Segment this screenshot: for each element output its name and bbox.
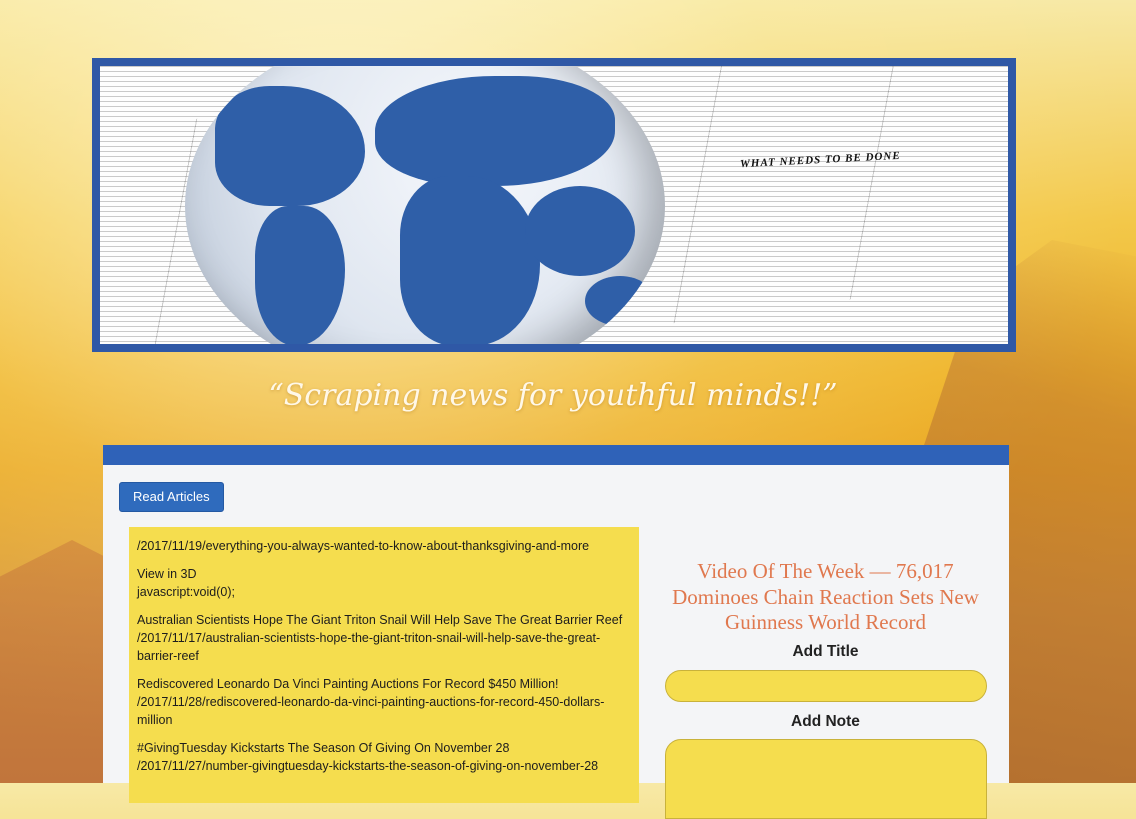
- list-item: Australian Scientists Hope The Giant Tri…: [137, 611, 629, 665]
- article-link[interactable]: /2017/11/17/australian-scientists-hope-t…: [137, 629, 629, 665]
- add-title-label: Add Title: [792, 643, 859, 660]
- list-item: View in 3D javascript:void(0);: [137, 565, 629, 601]
- list-item: /2017/11/19/everything-you-always-wanted…: [137, 537, 629, 555]
- main-panel: Read Articles /2017/11/19/everything-you…: [103, 445, 1009, 819]
- list-item: #GivingTuesday Kickstarts The Season Of …: [137, 739, 629, 775]
- continent-australia: [585, 276, 655, 326]
- background-hills: [0, 540, 120, 783]
- globe-image: [185, 66, 665, 344]
- continent-south-america: [255, 206, 345, 344]
- article-link[interactable]: /2017/11/28/rediscovered-leonardo-da-vin…: [137, 693, 629, 729]
- header-banner: WHAT NEEDS TO BE DONE: [92, 58, 1016, 352]
- read-articles-button[interactable]: Read Articles: [119, 482, 224, 512]
- list-item: Rediscovered Leonardo Da Vinci Painting …: [137, 675, 629, 729]
- continent-africa: [400, 176, 540, 344]
- article-link[interactable]: /2017/11/27/number-givingtuesday-kicksta…: [137, 757, 629, 775]
- article-link[interactable]: javascript:void(0);: [137, 583, 629, 601]
- continent-eurasia: [375, 76, 615, 186]
- continent-north-america: [215, 86, 365, 206]
- article-title[interactable]: Australian Scientists Hope The Giant Tri…: [137, 611, 629, 629]
- articles-list[interactable]: /2017/11/19/everything-you-always-wanted…: [129, 527, 639, 803]
- add-note-label: Add Note: [791, 713, 860, 730]
- article-title[interactable]: #GivingTuesday Kickstarts The Season Of …: [137, 739, 629, 757]
- article-link[interactable]: /2017/11/19/everything-you-always-wanted…: [137, 537, 629, 555]
- article-title[interactable]: View in 3D: [137, 565, 629, 583]
- site-tagline: “Scraping news for youthful minds!!”: [268, 378, 838, 413]
- note-input[interactable]: [665, 739, 987, 819]
- continent-asia: [525, 186, 635, 276]
- article-title[interactable]: Rediscovered Leonardo Da Vinci Painting …: [137, 675, 629, 693]
- newspaper-background: WHAT NEEDS TO BE DONE: [100, 66, 1008, 344]
- title-input[interactable]: [665, 670, 987, 702]
- video-of-the-week-title[interactable]: Video Of The Week — 76,017 Dominoes Chai…: [663, 559, 988, 636]
